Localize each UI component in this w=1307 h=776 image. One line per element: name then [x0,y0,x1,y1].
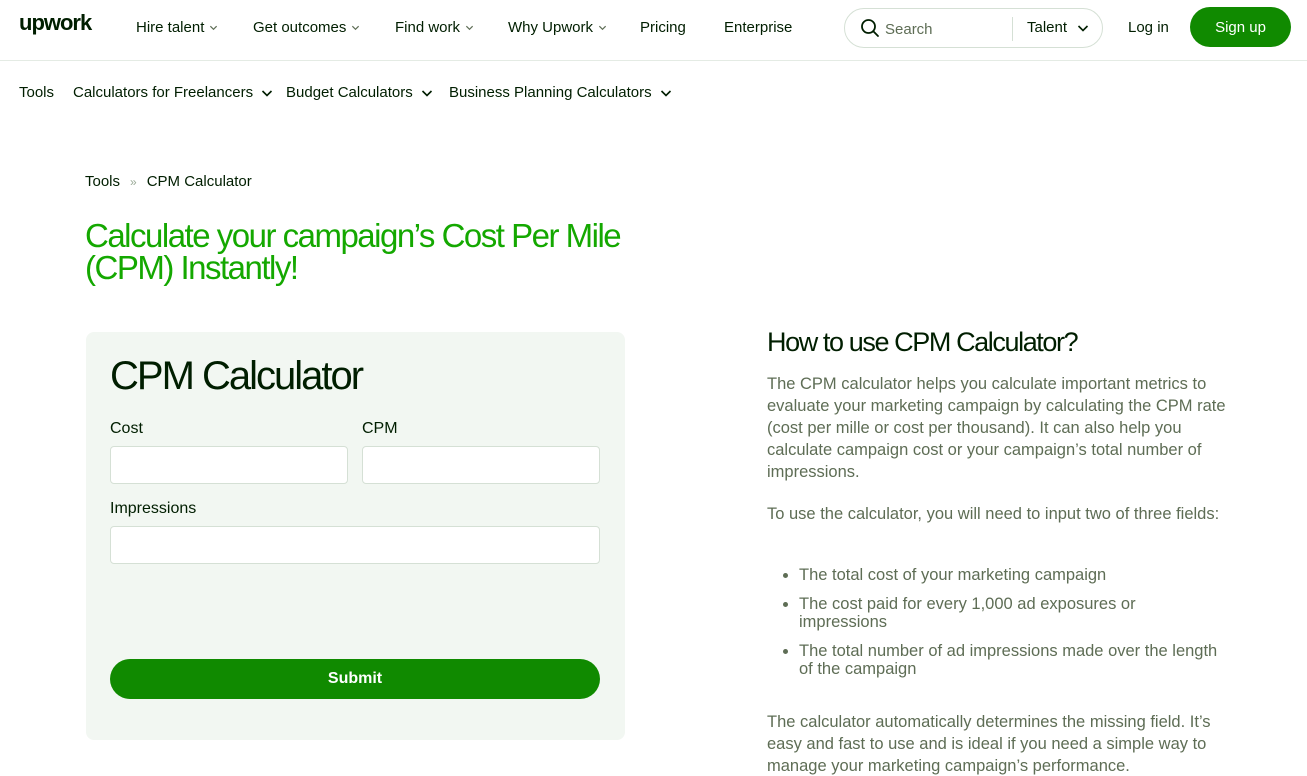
howto-bullet-list: The total cost of your marketing campaig… [782,566,1227,689]
nav-label: Why Upwork [508,19,594,36]
impressions-input[interactable] [110,526,600,564]
nav-pricing[interactable]: Pricing [640,19,686,36]
subnav-label: Tools [19,84,55,101]
upwork-logo[interactable]: upwork [19,12,101,42]
list-item: The total number of ad impressions made … [782,642,1227,678]
page-title: Calculate your campaign’s Cost Per Mile … [85,217,622,286]
subnav-label: Budget Calculators [286,84,413,101]
subnav-tools[interactable]: Tools [19,84,54,101]
chevron-down-icon [465,25,474,31]
nav-label: Hire talent [136,19,205,36]
breadcrumb-item-tools[interactable]: Tools [85,173,120,190]
subnav-business-planning-calculators[interactable]: Business Planning Calculators [449,84,672,101]
nav-hire-talent[interactable]: Hire talent [136,19,218,36]
nav-get-outcomes[interactable]: Get outcomes [253,19,360,36]
breadcrumb: Tools » CPM Calculator [85,173,252,190]
search-bar: Talent [844,8,1103,48]
nav-label: Find work [395,19,461,36]
search-divider [1012,17,1013,41]
nav-label: Pricing [640,19,686,36]
breadcrumb-item-current: CPM Calculator [146,173,252,190]
subnav-budget-calculators[interactable]: Budget Calculators [286,84,433,101]
chevron-down-icon [660,89,671,97]
subnav-label: Business Planning Calculators [449,84,652,101]
search-scope-dropdown[interactable]: Talent [1027,19,1089,36]
cpm-calculator-card: CPM Calculator Cost CPM Impressions Subm… [86,332,625,740]
nav-label: Enterprise [724,19,793,36]
submit-button[interactable]: Submit [110,659,600,699]
subnav-label: Calculators for Freelancers [73,84,254,101]
nav-why-upwork[interactable]: Why Upwork [508,19,607,36]
chevron-down-icon [210,25,218,31]
cost-input[interactable] [110,446,348,484]
breadcrumb-separator: » [130,174,137,189]
chevron-down-icon [421,89,432,97]
howto-paragraph-intro: The CPM calculator helps you calculate i… [767,375,1226,481]
nav-enterprise[interactable]: Enterprise [724,19,792,36]
howto-paragraph-summary: The calculator automatically determines … [767,713,1211,775]
chevron-down-icon [352,25,360,31]
cost-label: Cost [110,420,143,437]
howto-paragraph-inputs: To use the calculator, you will need to … [767,505,1220,523]
list-item: The cost paid for every 1,000 ad exposur… [782,595,1227,631]
chevron-down-icon [598,25,607,31]
howto-title: How to use CPM Calculator? [767,327,1079,357]
signup-button[interactable]: Sign up [1190,7,1291,47]
nav-find-work[interactable]: Find work [395,19,474,36]
impressions-label: Impressions [110,500,197,517]
calculator-title: CPM Calculator [110,354,364,398]
chevron-down-icon [262,89,273,97]
upwork-logo-icon: upwork [19,12,94,35]
list-item: The total cost of your marketing campaig… [782,566,1227,584]
svg-text:upwork: upwork [19,12,93,35]
search-icon[interactable] [860,18,880,38]
search-scope-label: Talent [1027,19,1068,36]
cpm-label: CPM [362,420,398,437]
top-navigation: upwork Hire talent Get outcomes Find wor… [0,0,1307,61]
nav-label: Get outcomes [253,19,347,36]
subnav-calculators-for-freelancers[interactable]: Calculators for Freelancers [73,84,273,101]
login-link[interactable]: Log in [1128,19,1169,36]
search-input[interactable] [885,17,1005,41]
cpm-input[interactable] [362,446,600,484]
chevron-down-icon [1077,24,1089,32]
